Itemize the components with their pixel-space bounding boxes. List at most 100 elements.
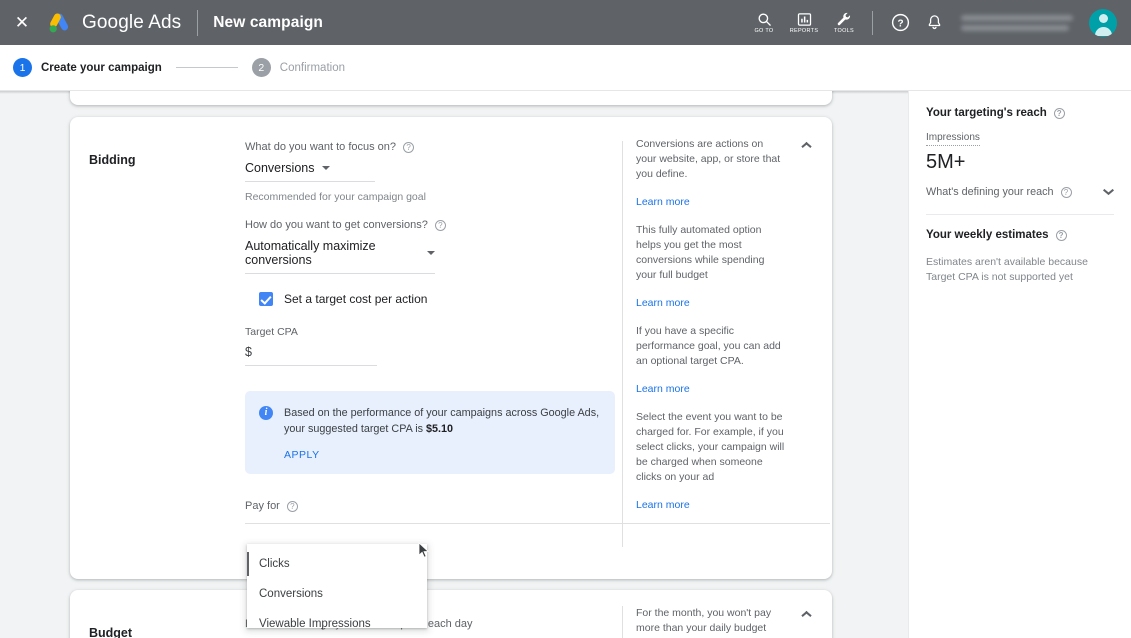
dropdown-option-viewable-impressions[interactable]: Viewable Impressions (247, 612, 427, 636)
pay-for-row: Pay for ? (245, 500, 615, 512)
help-circle-icon[interactable]: ? (1053, 107, 1065, 119)
campaign-settings-scroll-area[interactable]: Bidding What do you want to focus on? ? … (0, 91, 1131, 638)
bidding-help-divider (622, 141, 623, 547)
google-ads-logo-icon (46, 11, 72, 35)
mouse-cursor-icon (418, 542, 430, 564)
top-bar-actions: GO TO REPORTS TOOLS ? (744, 0, 1131, 45)
chevron-down-icon (427, 251, 435, 255)
step-confirmation[interactable]: 2 Confirmation (251, 58, 345, 77)
pay-for-dropdown-menu[interactable]: Clicks Conversions Viewable Impressions (247, 544, 427, 630)
svg-text:?: ? (897, 18, 903, 29)
suggested-cpa-value: $5.10 (426, 423, 454, 435)
weekly-estimates-body: Estimates aren't available because Targe… (926, 256, 1088, 283)
tools-icon[interactable]: TOOLS (824, 0, 864, 45)
target-cpa-input[interactable]: $ (245, 345, 377, 366)
focus-question-label: What do you want to focus on? (245, 141, 397, 153)
step-1-number: 1 (13, 58, 32, 77)
bid-strategy-select[interactable]: Automatically maximize conversions (245, 239, 435, 274)
target-cpa-label: Target CPA (245, 326, 298, 338)
bidding-help-column: Conversions are actions on your website,… (636, 137, 786, 526)
help-circle-icon[interactable]: ? (286, 500, 298, 512)
suggested-cpa-text: Based on the performance of your campaig… (284, 405, 601, 437)
weekly-estimates-title: Your weekly estimates ? (926, 229, 1114, 241)
info-icon: i (259, 406, 273, 420)
target-cpa-checkbox[interactable] (259, 292, 273, 306)
step-create-your-campaign[interactable]: 1 Create your campaign (13, 58, 162, 77)
get-conversions-question-label: How do you want to get conversions? (245, 219, 428, 231)
help-paragraph: This fully automated option helps you ge… (636, 224, 765, 281)
budget-card: Budget Enter the average you want to spe… (70, 590, 832, 638)
collapse-bidding-help-icon[interactable] (801, 139, 812, 150)
bidding-section-title: Bidding (89, 153, 136, 167)
help-circle-icon[interactable]: ? (434, 219, 446, 231)
defining-reach-toggle[interactable]: What's defining your reach ? (926, 186, 1114, 198)
campaign-stepper: 1 Create your campaign 2 Confirmation (0, 45, 1131, 91)
estimates-panel: Your targeting's reach ? Impressions 5M+… (908, 91, 1131, 638)
bidding-form: What do you want to focus on? ? Conversi… (245, 141, 615, 512)
impressions-value: 5M+ (926, 151, 966, 173)
help-paragraph: Conversions are actions on your website,… (636, 138, 781, 180)
bid-strategy-select-value: Automatically maximize conversions (245, 239, 376, 267)
chevron-down-icon (322, 166, 331, 170)
pay-for-label: Pay for (245, 500, 280, 512)
learn-more-link[interactable]: Learn more (636, 383, 786, 395)
account-info-blurred[interactable] (961, 9, 1081, 37)
help-icon[interactable]: ? (883, 0, 917, 45)
targeting-reach-title: Your targeting's reach ? (926, 107, 1114, 119)
step-2-label: Confirmation (279, 61, 345, 74)
reports-icon-label: REPORTS (789, 27, 819, 34)
header-divider (197, 9, 199, 36)
target-cpa-checkbox-label: Set a target cost per action (284, 292, 428, 306)
impressions-label: Impressions (926, 132, 980, 146)
search-icon[interactable]: GO TO (744, 0, 784, 45)
budget-help-column: For the month, you won't pay more than y… (636, 606, 786, 638)
help-paragraph: For the month, you won't pay more than y… (636, 607, 772, 638)
avatar-head (1098, 13, 1108, 23)
search-icon-label: GO TO (754, 27, 774, 34)
targeting-reach-block: Your targeting's reach ? Impressions 5M+… (909, 91, 1131, 215)
collapse-budget-help-icon[interactable] (801, 608, 812, 619)
actions-divider (872, 10, 873, 35)
avatar[interactable] (1089, 8, 1117, 37)
account-name-blurred (961, 14, 1073, 21)
budget-section-title: Budget (89, 626, 133, 638)
stepper-connector (175, 67, 238, 68)
budget-help-divider (622, 606, 623, 638)
learn-more-link[interactable]: Learn more (636, 196, 786, 208)
account-id-blurred (961, 24, 1069, 31)
weekly-estimates-title-text: Your weekly estimates (926, 229, 1049, 241)
brand-name: Google Ads (82, 11, 182, 33)
get-conversions-question-row: How do you want to get conversions? ? (245, 219, 615, 231)
page-title: New campaign (213, 13, 323, 31)
suggested-cpa-info-box: i Based on the performance of your campa… (245, 391, 615, 474)
dropdown-option-clicks[interactable]: Clicks (247, 552, 427, 576)
focus-question-row: What do you want to focus on? ? (245, 141, 615, 153)
previous-section-card (70, 91, 832, 105)
apply-suggested-cpa-button[interactable]: APPLY (284, 449, 601, 461)
help-paragraph: Select the event you want to be charged … (636, 411, 785, 483)
learn-more-link[interactable]: Learn more (636, 297, 786, 309)
chevron-down-icon (1103, 187, 1114, 198)
close-button[interactable]: ✕ (0, 0, 44, 45)
help-circle-icon[interactable]: ? (1060, 186, 1072, 198)
target-cpa-checkbox-row[interactable]: Set a target cost per action (259, 292, 615, 306)
help-circle-icon[interactable]: ? (1055, 229, 1067, 241)
tools-icon-label: TOOLS (833, 28, 855, 34)
step-2-number: 2 (251, 58, 271, 77)
weekly-estimates-block: Your weekly estimates ? Estimates aren't… (909, 215, 1131, 285)
focus-select[interactable]: Conversions (245, 161, 375, 182)
avatar-body (1094, 26, 1112, 36)
help-circle-icon[interactable]: ? (403, 141, 415, 153)
focus-hint: Recommended for your campaign goal (245, 191, 426, 203)
app-top-bar: ✕ Google Ads New campaign GO TO REPORTS … (0, 0, 1131, 45)
step-1-label: Create your campaign (41, 61, 162, 74)
targeting-reach-title-text: Your targeting's reach (926, 107, 1047, 119)
bidding-card: Bidding What do you want to focus on? ? … (70, 117, 832, 603)
notifications-bell-icon[interactable] (917, 0, 951, 45)
help-paragraph: If you have a specific performance goal,… (636, 325, 781, 367)
reports-icon[interactable]: REPORTS (784, 0, 824, 45)
learn-more-link[interactable]: Learn more (636, 499, 786, 511)
defining-reach-label: What's defining your reach (926, 186, 1054, 198)
focus-select-value: Conversions (245, 161, 315, 175)
dropdown-option-conversions[interactable]: Conversions (247, 582, 427, 606)
